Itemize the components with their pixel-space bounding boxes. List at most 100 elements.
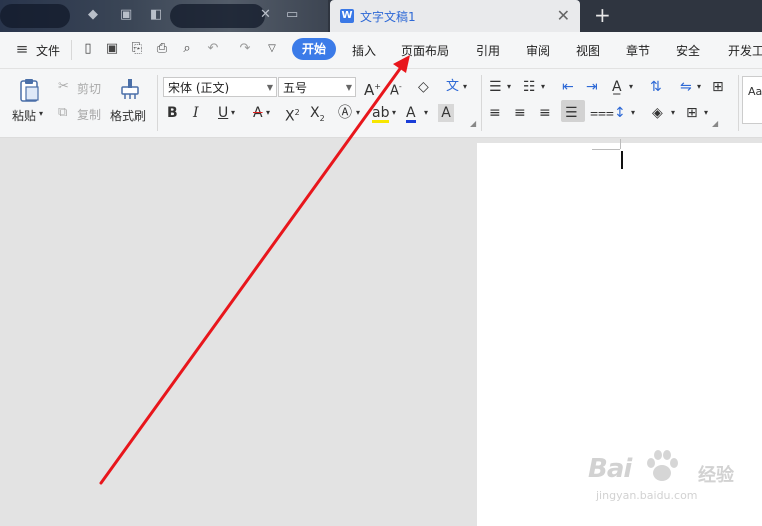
paste-dropdown-icon[interactable]: ▾ — [39, 109, 43, 118]
strikethrough-icon[interactable]: A — [253, 104, 263, 122]
numbered-list-icon[interactable]: ☷ — [523, 78, 536, 96]
new-document-icon[interactable]: ▯ — [80, 41, 96, 57]
bullet-list-icon[interactable]: ☰ — [489, 78, 502, 96]
taskbar-icons-strip: ◆ ▣ ◧ ✕ ▭ — [0, 0, 328, 32]
divider — [481, 75, 482, 131]
chevron-down-icon: ▼ — [266, 83, 273, 92]
tab-references[interactable]: 引用 — [476, 42, 500, 59]
save-icon[interactable]: ▣ — [104, 41, 120, 57]
close-tab-icon[interactable]: ✕ — [557, 6, 570, 25]
monitor-icon[interactable]: ▭ — [286, 7, 298, 22]
highlight-icon[interactable]: ab — [372, 104, 390, 123]
sort-icon[interactable]: ⇅ — [650, 78, 662, 96]
font-color-icon[interactable]: A — [406, 104, 416, 123]
clear-format-eraser-icon[interactable]: ◇ — [418, 78, 429, 96]
italic-icon[interactable]: I — [193, 104, 199, 122]
decrease-indent-icon[interactable]: ⇤ — [562, 78, 574, 96]
document-tab[interactable]: W 文字文稿1 ✕ — [330, 0, 580, 32]
chevron-down-icon[interactable]: ▾ — [631, 104, 635, 122]
chevron-down-icon[interactable]: ▾ — [704, 104, 708, 122]
paragraph-dialog-launcher-icon[interactable]: ◢ — [712, 115, 718, 133]
align-left-icon[interactable]: ≡ — [489, 104, 501, 122]
chevron-down-icon[interactable]: ▾ — [629, 78, 633, 96]
tab-developer[interactable]: 开发工 — [728, 42, 762, 59]
subscript-icon[interactable]: X2 — [310, 104, 325, 128]
tab-security[interactable]: 安全 — [676, 42, 700, 59]
blurred-region — [170, 4, 265, 28]
text-effect-icon[interactable]: Ⓐ — [338, 104, 352, 122]
chevron-down-icon[interactable]: ▾ — [463, 78, 467, 96]
chevron-down-icon[interactable]: ▾ — [231, 104, 235, 122]
cut-label[interactable]: 剪切 — [77, 80, 101, 97]
tab-page-layout[interactable]: 页面布局 — [401, 42, 449, 59]
app-icon[interactable]: ◧ — [150, 7, 162, 22]
justify-icon[interactable]: ☰ — [565, 104, 578, 122]
tab-home[interactable]: 开始 — [292, 38, 336, 60]
chevron-down-icon[interactable]: ▾ — [697, 78, 701, 96]
line-break-icon[interactable]: ⇋ — [680, 78, 692, 96]
distributed-icon[interactable]: ⩶ — [590, 104, 614, 122]
tab-review[interactable]: 审阅 — [526, 42, 550, 59]
divider — [738, 75, 739, 131]
paw-logo-icon — [647, 450, 678, 481]
font-size-value: 五号 — [283, 81, 308, 95]
chevron-down-icon[interactable]: ▾ — [266, 104, 270, 122]
chevron-down-icon[interactable]: ▾ — [507, 78, 511, 96]
print-preview-icon[interactable]: ⌕ — [179, 41, 195, 57]
paragraph-shading-icon[interactable]: ◈ — [652, 104, 663, 122]
chevron-down-icon[interactable]: ▾ — [356, 104, 360, 122]
align-center-icon[interactable]: ≡ — [514, 104, 526, 122]
customize-toolbar-chevron-icon[interactable]: ▽ — [264, 41, 280, 57]
chevron-down-icon[interactable]: ▾ — [392, 104, 396, 122]
tab-view[interactable]: 视图 — [576, 42, 600, 59]
align-right-icon[interactable]: ≡ — [539, 104, 551, 122]
format-painter-button[interactable] — [118, 77, 142, 103]
increase-indent-icon[interactable]: ⇥ — [586, 78, 598, 96]
format-painter-label[interactable]: 格式刷 — [110, 107, 146, 124]
tab-insert[interactable]: 插入 — [352, 42, 376, 59]
divider — [157, 75, 158, 131]
export-pdf-icon[interactable]: ⎘ — [129, 41, 145, 57]
watermark-url: jingyan.baidu.com — [596, 489, 698, 502]
character-shading-icon[interactable]: A — [438, 104, 454, 122]
borders-icon[interactable]: ⊞ — [686, 104, 698, 122]
copy-label[interactable]: 复制 — [77, 106, 101, 123]
font-size-select[interactable]: 五号 ▼ — [278, 77, 356, 97]
redo-icon[interactable]: ↷ — [237, 41, 253, 57]
grow-font-icon[interactable]: A+ — [364, 78, 381, 99]
app-icon[interactable]: ✕ — [260, 7, 271, 22]
underline-icon[interactable]: U — [218, 104, 228, 122]
margin-marker — [592, 149, 620, 150]
tab-chapter[interactable]: 章节 — [626, 42, 650, 59]
font-dialog-launcher-icon[interactable]: ◢ — [470, 115, 476, 133]
styles-gallery[interactable]: Aa — [742, 76, 762, 124]
show-hide-marks-icon[interactable]: ⊞ — [712, 78, 724, 96]
bold-icon[interactable]: B — [167, 104, 178, 122]
chevron-down-icon[interactable]: ▾ — [541, 78, 545, 96]
watermark-brand: Bai — [588, 454, 632, 484]
paste-label[interactable]: 粘贴 — [12, 107, 36, 124]
phonetic-guide-icon[interactable]: 文 — [446, 78, 459, 96]
app-icon[interactable]: ◆ — [88, 7, 98, 22]
print-icon[interactable]: ⎙ — [154, 41, 170, 57]
chevron-down-icon: ▼ — [345, 83, 352, 92]
style-preview[interactable]: Aa — [748, 85, 762, 98]
hamburger-menu-icon[interactable]: ≡ — [14, 41, 30, 57]
title-tab-bar: ◆ ▣ ◧ ✕ ▭ W 文字文稿1 ✕ + — [0, 0, 762, 32]
scissors-icon[interactable]: ✂ — [58, 79, 69, 94]
file-menu[interactable]: 文件 — [36, 42, 60, 59]
clipboard-icon — [20, 79, 39, 102]
line-spacing-icon[interactable]: ↕ — [614, 104, 626, 122]
app-icon[interactable]: ▣ — [120, 7, 132, 22]
undo-icon[interactable]: ↶ — [205, 41, 221, 57]
superscript-icon[interactable]: X2 — [285, 104, 300, 126]
font-name-select[interactable]: 宋体 (正文) ▼ — [163, 77, 277, 97]
chevron-down-icon[interactable]: ▾ — [671, 104, 675, 122]
text-direction-icon[interactable]: A̲ — [612, 78, 622, 96]
chevron-down-icon[interactable]: ▾ — [424, 104, 428, 122]
document-tab-title: 文字文稿1 — [360, 10, 416, 24]
shrink-font-icon[interactable]: A- — [390, 78, 402, 100]
paste-button[interactable] — [14, 77, 44, 103]
new-tab-button[interactable]: + — [594, 3, 611, 27]
copy-icon[interactable]: ⧉ — [58, 105, 67, 120]
